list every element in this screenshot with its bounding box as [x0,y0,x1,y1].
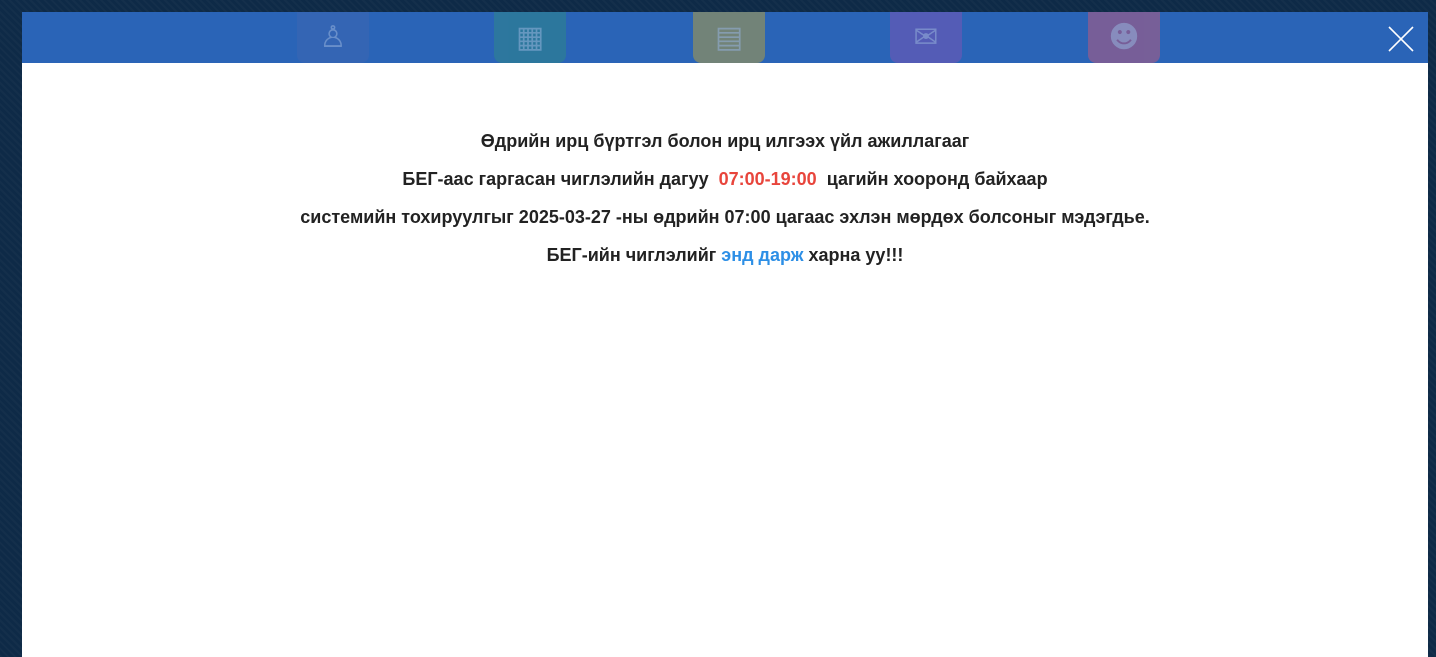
notice-line-2: БЕГ-аас гаргасан чиглэлийн дагуу 07:00-1… [145,169,1305,190]
notice-line-2-end: цагийн хооронд байхаар [826,169,1048,189]
grid-check-icon: ▦ [494,12,566,63]
student-icon: ♙ [297,12,369,63]
notice-line-2-start: БЕГ-аас гаргасан чиглэлийн дагуу [402,169,709,189]
notice-body: Өдрийн ирц бүртгэл болон ирц илгээх үйл … [22,63,1428,266]
notice-line-4: БЕГ-ийн чиглэлийг энд дарж харна уу!!! [145,245,1305,266]
notice-line-3: системийн тохируулгыг 2025-03-27 -ны өдр… [300,207,1150,227]
people-add-icon: ☻ [1088,12,1160,63]
close-button[interactable] [1386,24,1416,54]
close-icon [1388,26,1414,52]
notice-line-4-start: БЕГ-ийн чиглэлийг [546,245,717,265]
mail-icon: ✉ [890,12,962,63]
hours-range: 07:00-19:00 [718,169,817,189]
notice-modal: ♙ ▦ ▤ ✉ ☻ Өдрийн ирц бүртгэл болон ирц и… [22,12,1428,657]
notice-line-1: Өдрийн ирц бүртгэл болон ирц илгээх үйл … [480,131,970,151]
modal-header: ♙ ▦ ▤ ✉ ☻ [22,12,1428,63]
notice-line-4-end: харна уу!!! [808,245,904,265]
guidance-link[interactable]: энд дарж [721,245,803,265]
classroom-icon: ▤ [693,12,765,63]
